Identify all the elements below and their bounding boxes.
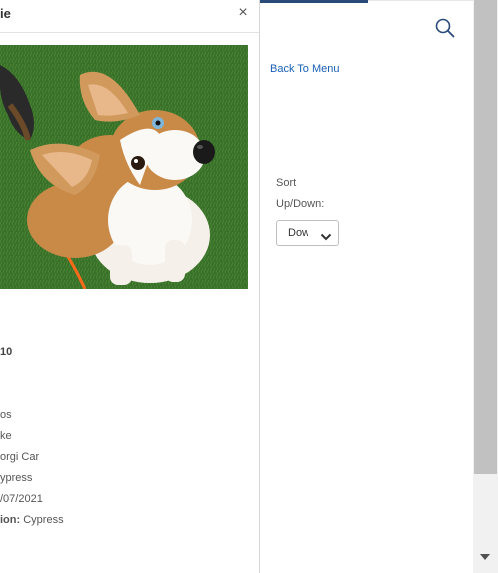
pet-detail-line: orgi Car <box>0 451 40 463</box>
dog-photo <box>0 45 248 289</box>
pet-location-line: ion: Cypress <box>0 514 64 526</box>
dialog-header: ie × <box>0 0 259 33</box>
pet-detail-dialog: ie × 10 os ke orgi Car ypress /07/2021 i… <box>0 0 260 573</box>
close-icon[interactable]: × <box>235 4 251 22</box>
sort-label: Up/Down: <box>276 198 325 210</box>
dialog-title: ie <box>0 6 11 21</box>
pet-detail-line: ypress <box>0 472 33 484</box>
sort-selected-value: Down <box>288 227 308 239</box>
sidebar-panel: Back To Menu Sort Up/Down: Down <box>260 0 473 573</box>
scroll-down-arrow-icon[interactable] <box>480 554 490 560</box>
divider <box>368 0 473 1</box>
sort-label: Sort <box>276 177 297 189</box>
sort-order-select[interactable]: Down <box>276 220 339 246</box>
scrollbar-thumb[interactable] <box>474 0 497 474</box>
pet-detail-line: os <box>0 409 12 421</box>
chevron-down-icon <box>320 229 332 241</box>
location-label: ion: <box>0 514 21 526</box>
location-value: Cypress <box>20 514 64 526</box>
pet-detail-line: 10 <box>0 346 13 358</box>
scrollbar[interactable] <box>473 0 498 573</box>
back-to-menu-link[interactable]: Back To Menu <box>270 63 340 75</box>
active-tab-indicator <box>260 0 368 3</box>
search-icon[interactable] <box>435 18 455 38</box>
pet-detail-line: /07/2021 <box>0 493 43 505</box>
pet-detail-line: ke <box>0 430 12 442</box>
